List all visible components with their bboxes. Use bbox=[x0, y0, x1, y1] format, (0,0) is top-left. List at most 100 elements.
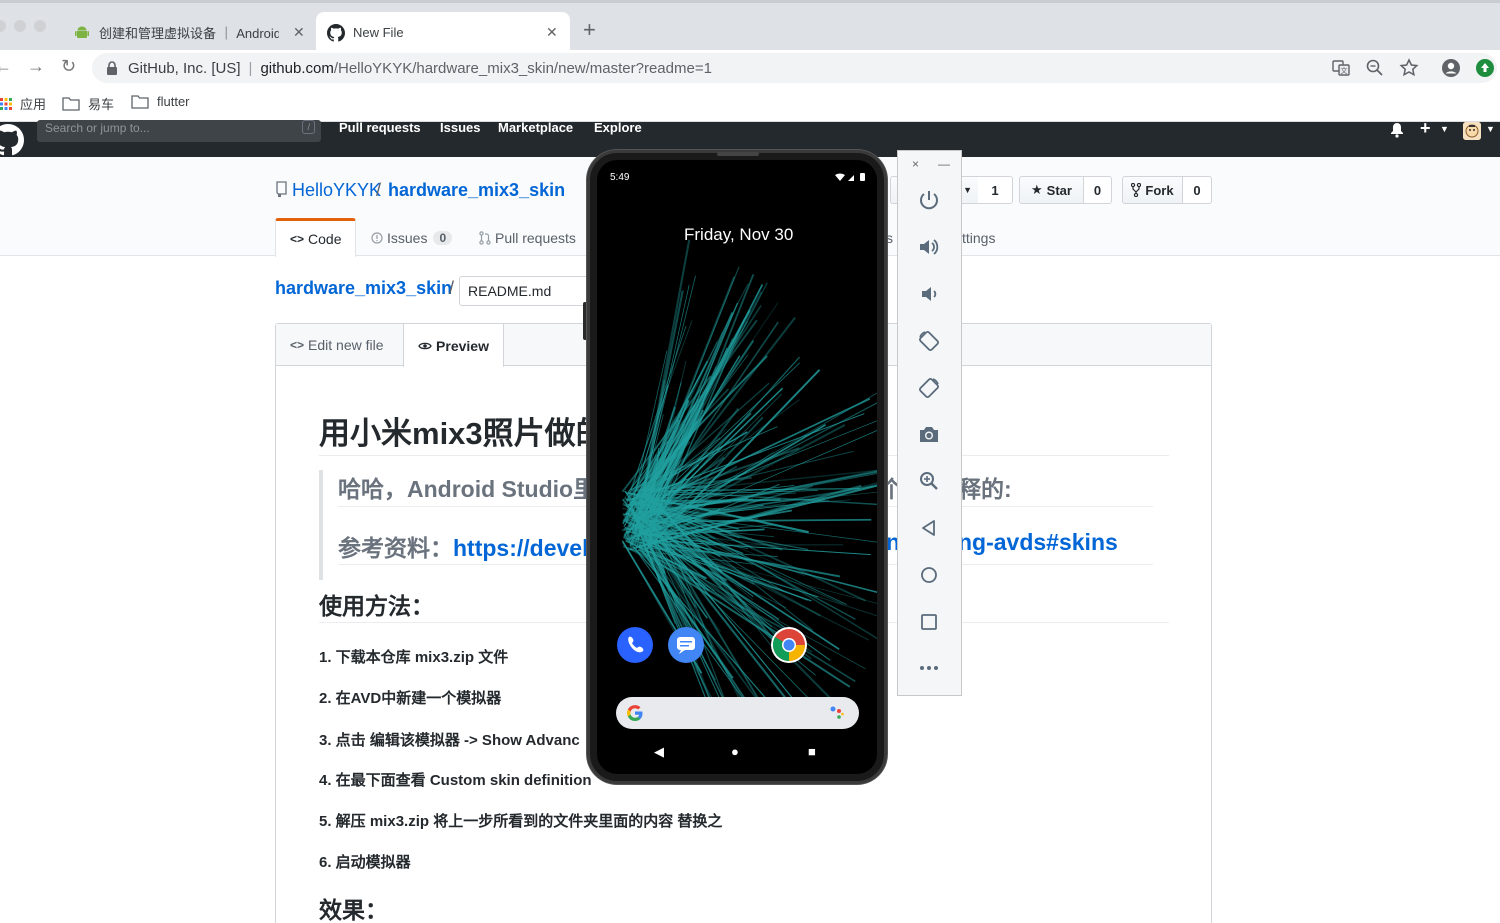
profile-icon[interactable] bbox=[1441, 58, 1461, 78]
github-logo-icon[interactable] bbox=[0, 124, 24, 156]
volume-down-icon bbox=[922, 287, 937, 301]
tab-android-docs[interactable]: 创建和管理虚拟设备 ｜ Android ✕ bbox=[64, 12, 314, 53]
rotate-left-button[interactable] bbox=[916, 328, 942, 354]
status-wifi-battery-icon bbox=[835, 173, 865, 181]
power-icon bbox=[920, 191, 938, 210]
volume-up-button[interactable] bbox=[916, 234, 942, 260]
tab-pull-requests[interactable]: Pull requests bbox=[479, 218, 576, 257]
tab-new-file[interactable]: New File ✕ bbox=[316, 12, 570, 53]
list-item: 3. 点击 编辑该模拟器 -> Show Advanc bbox=[319, 732, 580, 749]
more-dots-icon bbox=[920, 666, 938, 670]
apps-grid-icon bbox=[0, 97, 12, 110]
zoom-button[interactable] bbox=[916, 468, 942, 494]
chevron-down-icon[interactable]: ▼ bbox=[1486, 124, 1495, 134]
phone-speaker bbox=[717, 152, 759, 156]
zoom-icon[interactable] bbox=[1365, 58, 1385, 78]
rotate-right-icon bbox=[919, 378, 939, 398]
tab-edit-new-file[interactable]: <> Edit new file bbox=[290, 324, 384, 366]
tab-close-icon[interactable]: ✕ bbox=[293, 24, 305, 41]
search-placeholder: Search or jump to... bbox=[45, 121, 150, 135]
repo-owner-link[interactable]: HelloYKYK bbox=[292, 180, 381, 201]
reference-link[interactable]: https://devel bbox=[453, 535, 588, 561]
address-bar[interactable]: GitHub, Inc. [US] | github.com/HelloYKYK… bbox=[92, 53, 1497, 83]
issues-count: 0 bbox=[433, 230, 453, 245]
folder-icon bbox=[62, 96, 80, 111]
power-button[interactable] bbox=[916, 187, 942, 213]
tab-settings[interactable]: ttings bbox=[962, 218, 995, 257]
message-bubble-icon bbox=[677, 637, 695, 654]
new-tab-button[interactable]: + bbox=[583, 17, 596, 43]
chevron-down-icon[interactable]: ▼ bbox=[1440, 124, 1449, 134]
result-heading: 效果： bbox=[319, 897, 388, 923]
blockquote-line-1: 哈哈，Android Studio里的 bbox=[338, 476, 620, 502]
google-search-bar[interactable] bbox=[616, 697, 859, 729]
svg-text:文: 文 bbox=[1341, 66, 1348, 75]
tab-hidden-partial[interactable]: s bbox=[886, 218, 893, 257]
home-button[interactable] bbox=[916, 562, 942, 588]
phone-app-icon[interactable] bbox=[617, 627, 653, 663]
extension-update-icon[interactable] bbox=[1475, 58, 1495, 78]
chrome-icon bbox=[772, 629, 805, 661]
filename-input[interactable]: README.md bbox=[459, 276, 599, 306]
code-icon: <> bbox=[290, 232, 305, 246]
overview-square-icon bbox=[921, 614, 937, 630]
forward-arrow-icon[interactable]: → bbox=[27, 56, 45, 77]
github-icon bbox=[327, 23, 345, 42]
nav-issues[interactable]: Issues bbox=[440, 120, 480, 135]
bookmark-folder-flutter[interactable]: flutter bbox=[131, 94, 190, 109]
recents-square-icon[interactable]: ■ bbox=[808, 744, 816, 759]
url-path: /HelloYKYK/hardware_mix3_skin/new/master… bbox=[333, 59, 712, 77]
back-button[interactable] bbox=[916, 515, 942, 541]
avatar[interactable] bbox=[1463, 122, 1481, 140]
volume-down-button[interactable] bbox=[916, 281, 942, 307]
messages-app-icon[interactable] bbox=[668, 627, 704, 663]
watch-count[interactable]: 1 bbox=[978, 176, 1013, 204]
minimize-icon[interactable]: — bbox=[938, 157, 950, 171]
tab-preview[interactable]: Preview bbox=[403, 324, 504, 367]
list-item: 6. 启动模拟器 bbox=[319, 854, 411, 871]
close-icon[interactable]: × bbox=[912, 157, 919, 171]
back-triangle-icon[interactable]: ◀ bbox=[654, 744, 664, 760]
back-arrow-icon[interactable]: ← bbox=[0, 56, 12, 77]
repo-path-separator: / bbox=[376, 180, 382, 200]
reference-link-tail[interactable]: ng-avds#skins bbox=[958, 529, 1118, 556]
reload-icon[interactable]: ↻ bbox=[61, 56, 76, 77]
camera-icon bbox=[920, 427, 938, 442]
home-dot-icon[interactable]: ● bbox=[731, 744, 739, 759]
window-zoom-control[interactable] bbox=[34, 20, 46, 32]
tab-issues-label: Issues bbox=[387, 229, 428, 246]
nav-explore[interactable]: Explore bbox=[594, 120, 642, 135]
zoom-in-icon bbox=[920, 472, 938, 490]
window-close-control[interactable] bbox=[0, 20, 6, 32]
fork-count[interactable]: 0 bbox=[1183, 176, 1212, 204]
rotate-right-button[interactable] bbox=[916, 375, 942, 401]
star-button[interactable]: ★ Star bbox=[1019, 176, 1084, 204]
wallpaper-streak bbox=[628, 283, 749, 512]
notification-bell-icon[interactable] bbox=[1389, 122, 1405, 138]
tab-close-icon[interactable]: ✕ bbox=[546, 24, 558, 41]
breadcrumb-repo-link[interactable]: hardware_mix3_skin bbox=[275, 278, 452, 299]
bookmark-folder-yiche[interactable]: 易车 bbox=[62, 94, 114, 113]
bookmark-star-icon[interactable] bbox=[1399, 58, 1419, 78]
fork-button[interactable]: Fork bbox=[1122, 176, 1183, 204]
nav-marketplace[interactable]: Marketplace bbox=[498, 120, 573, 135]
assistant-icon bbox=[830, 706, 844, 719]
translate-icon[interactable]: 文 bbox=[1331, 58, 1351, 78]
site-identity: GitHub, Inc. [US] bbox=[128, 59, 241, 77]
create-new-icon[interactable]: + bbox=[1420, 118, 1431, 139]
chrome-app-icon[interactable] bbox=[771, 627, 807, 663]
bookmark-apps[interactable]: 应用 bbox=[0, 94, 46, 113]
repo-name-link[interactable]: hardware_mix3_skin bbox=[388, 180, 565, 201]
tab-issues[interactable]: Issues 0 bbox=[371, 218, 453, 257]
star-count[interactable]: 0 bbox=[1084, 176, 1112, 204]
nav-pull-requests[interactable]: Pull requests bbox=[339, 120, 421, 135]
code-icon: <> bbox=[290, 338, 305, 352]
tab-code[interactable]: <> Code bbox=[275, 218, 357, 257]
bookmark-label: 应用 bbox=[20, 97, 47, 112]
more-button[interactable] bbox=[916, 655, 942, 681]
screenshot-button[interactable] bbox=[916, 421, 942, 447]
overview-button[interactable] bbox=[916, 609, 942, 635]
window-minimize-control[interactable] bbox=[14, 20, 26, 32]
phone-handset-icon bbox=[628, 636, 644, 653]
github-search-input[interactable]: Search or jump to... / bbox=[37, 120, 321, 142]
